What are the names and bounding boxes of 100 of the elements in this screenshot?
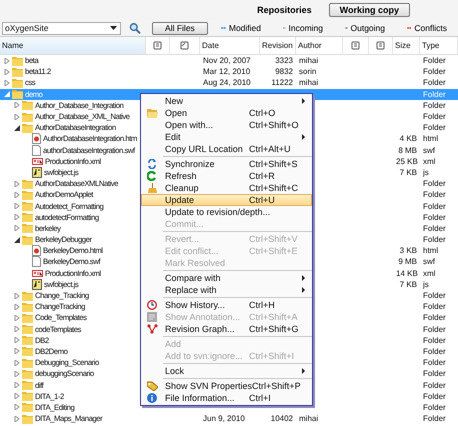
menu-item[interactable]: Cleanup Ctrl+Shift+C — [141, 182, 312, 194]
menu-item[interactable]: Refresh Ctrl+R — [141, 170, 312, 182]
folder-icon — [22, 302, 33, 312]
menu-item[interactable]: Revision Graph... Ctrl+Shift+G — [141, 323, 312, 335]
size-text: 7 KB — [400, 168, 417, 177]
expand-icon[interactable] — [14, 236, 20, 243]
type-text: swf — [423, 257, 435, 266]
expand-icon[interactable] — [14, 124, 20, 131]
revision-text: 3323 — [275, 56, 293, 66]
type-text: Folder — [423, 100, 446, 110]
revision-text: 9832 — [275, 67, 293, 76]
filter-button[interactable]: Modified — [212, 22, 270, 34]
folder-icon — [22, 112, 33, 122]
type-text: Folder — [423, 336, 446, 345]
filter-button[interactable]: Outgoing — [336, 22, 394, 34]
column-header[interactable]: Revision — [260, 37, 296, 54]
menu-item[interactable]: File Information... Ctrl+I — [141, 392, 312, 404]
folder-icon — [22, 358, 33, 368]
type-text: Folder — [423, 123, 446, 132]
filter-button[interactable]: Conflicts — [398, 22, 456, 34]
menu-item[interactable]: Synchronize Ctrl+Shift+S — [141, 158, 312, 170]
folder-icon — [22, 122, 33, 133]
view-tab[interactable]: Working copy — [328, 3, 410, 17]
menu-item[interactable]: New — [141, 95, 312, 107]
type-text: Folder — [423, 235, 446, 244]
folder-icon — [22, 335, 33, 346]
repository-dropdown[interactable]: oXygenSite — [2, 22, 122, 34]
folder-icon — [12, 89, 23, 100]
menu-item[interactable]: Open Ctrl+O — [141, 107, 312, 119]
type-text: Folder — [423, 67, 446, 76]
broom-icon — [148, 183, 156, 193]
column-header[interactable]: Name — [0, 37, 146, 54]
column-header[interactable]: Size — [393, 37, 420, 54]
column-icon — [376, 41, 385, 50]
type-text: Folder — [423, 90, 446, 99]
author-text: mihai — [299, 78, 318, 88]
type-text: html — [423, 246, 438, 256]
graph-icon — [146, 324, 158, 334]
type-text: Folder — [423, 56, 446, 66]
type-text: Folder — [423, 358, 446, 368]
type-text: Folder — [423, 414, 446, 424]
history-icon — [147, 300, 157, 310]
folder-icon — [22, 178, 33, 189]
folder-icon — [22, 190, 33, 200]
type-text: Folder — [423, 346, 446, 356]
folder-icon — [22, 100, 33, 110]
author-text: mihai — [299, 414, 318, 424]
type-text: Folder — [423, 291, 446, 300]
type-text: Folder — [423, 190, 446, 200]
type-text: xml — [423, 156, 436, 166]
folder-icon — [22, 312, 33, 323]
html-file-icon — [32, 133, 41, 144]
menu-item[interactable]: Show SVN PropertiesCtrl+Shift+P — [141, 380, 312, 392]
type-text: Folder — [423, 369, 446, 378]
folder-icon — [12, 66, 23, 77]
type-text: Folder — [423, 78, 446, 88]
column-header[interactable]: Type — [420, 37, 458, 54]
menu-item[interactable]: Update to revision/depth... — [141, 206, 312, 218]
folder-icon — [22, 234, 33, 245]
script-file-icon — [32, 166, 42, 178]
date-text: Mar 12, 2010 — [203, 67, 250, 76]
menu-item[interactable]: Update Ctrl+U — [141, 194, 312, 206]
type-text: Folder — [423, 224, 446, 233]
file-icon — [32, 144, 41, 156]
menu-item[interactable]: Lock — [141, 365, 312, 377]
menu-item[interactable]: Show History... Ctrl+H — [141, 299, 312, 311]
type-text: js — [423, 280, 429, 289]
folder-icon — [22, 324, 33, 334]
size-text: 7 KB — [400, 280, 417, 289]
author-text: mihai — [299, 56, 318, 66]
folder-icon — [22, 346, 33, 356]
filter-button[interactable]: All Files — [152, 22, 208, 34]
menu-item[interactable]: Compare with — [141, 272, 312, 284]
filter-button[interactable]: Incoming — [274, 22, 332, 34]
file-icon — [32, 256, 41, 268]
info-icon — [147, 393, 157, 403]
type-text: html — [423, 134, 438, 144]
menu-item[interactable]: Edit — [141, 131, 312, 143]
search-icon[interactable] — [129, 22, 142, 34]
folder-icon — [22, 391, 33, 402]
size-text: 3 KB — [400, 246, 417, 256]
type-text: Folder — [423, 302, 446, 312]
date-text: Jun 9, 2010 — [203, 414, 245, 424]
folder-icon — [22, 402, 33, 412]
folder-icon — [146, 108, 158, 118]
double-arrow-icon — [407, 24, 412, 32]
type-text: swf — [423, 146, 435, 155]
refresh-icon — [147, 171, 157, 181]
column-header[interactable]: Author — [296, 37, 343, 54]
type-text: Folder — [423, 212, 446, 222]
author-text: sorin — [299, 67, 316, 76]
view-tab[interactable]: Repositories — [246, 3, 323, 17]
menu-item[interactable]: Open with... Ctrl+Shift+O — [141, 119, 312, 131]
menu-item[interactable]: Copy URL Location Ctrl+Alt+U — [141, 143, 312, 155]
folder-icon — [12, 56, 23, 66]
menu-item[interactable]: Replace with — [141, 284, 312, 296]
column-header[interactable]: Date — [200, 37, 260, 54]
size-text: 8 MB — [398, 146, 417, 155]
type-text: Folder — [423, 202, 446, 211]
xml-file-icon — [32, 268, 43, 278]
